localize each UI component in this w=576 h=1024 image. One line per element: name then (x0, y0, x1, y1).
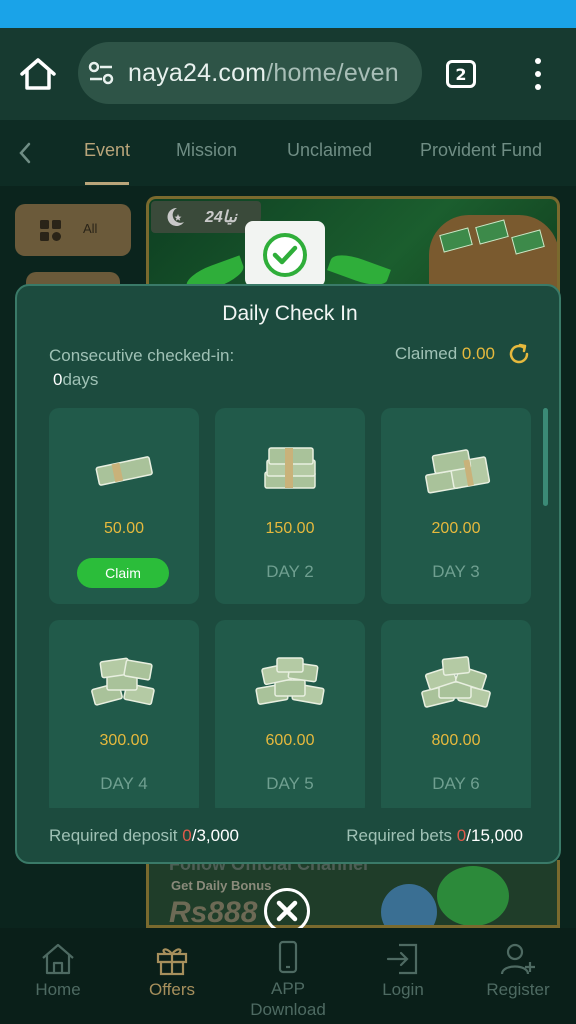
bottom-navigation: Home Offers APP Download Login Register (0, 928, 576, 1024)
tab-mission[interactable]: Mission (176, 140, 237, 161)
reward-amount: 150.00 (265, 520, 315, 537)
tab-unclaimed[interactable]: Unclaimed (287, 140, 372, 161)
required-bets: Required bets 0/15,000 (346, 826, 523, 846)
refresh-icon[interactable] (507, 342, 531, 366)
reward-cards-grid: 50.00 Claim 150.00 DAY 2 200.00 DAY 3 30… (49, 408, 533, 808)
site-settings-icon[interactable] (86, 58, 116, 88)
consecutive-label: Consecutive checked-in: (49, 346, 235, 365)
reward-card-day-2[interactable]: 150.00 DAY 2 (215, 408, 365, 604)
reward-day-label: DAY 4 (100, 774, 148, 793)
nav-offers-label: Offers (149, 980, 195, 999)
nav-app-download[interactable]: APP Download (240, 940, 336, 1020)
whatsapp-channel-banner[interactable]: Follow Official Channel Get Daily Bonus … (146, 860, 560, 928)
whatsapp-icon (437, 866, 509, 925)
nav-login-label: Login (382, 980, 424, 999)
reward-day-label: DAY 2 (266, 562, 314, 581)
event-banner[interactable]: 24نیا (146, 196, 560, 296)
cash-pile-icon (421, 656, 491, 708)
scrollbar-thumb[interactable] (543, 408, 548, 506)
reward-amount: 300.00 (99, 732, 149, 749)
reward-card-day-4[interactable]: 300.00 DAY 4 (49, 620, 199, 808)
event-tabs: Event Mission Unclaimed Provident Fund (0, 120, 576, 186)
reward-card-day-5[interactable]: 600.00 DAY 5 (215, 620, 365, 808)
home-icon[interactable] (18, 56, 58, 92)
active-tab-indicator (85, 182, 129, 185)
claimed-label: Claimed (394, 344, 458, 363)
add-user-icon (500, 943, 535, 975)
claim-button[interactable]: Claim (77, 558, 169, 588)
phone-icon (278, 940, 298, 974)
cash-pile-icon (255, 657, 325, 705)
reward-card-day-3[interactable]: 200.00 DAY 3 (381, 408, 531, 604)
daily-check-in-modal: Daily Check In Consecutive checked-in: 0… (15, 284, 561, 864)
category-all-label: All (83, 221, 98, 236)
telegram-icon (381, 884, 437, 925)
days-unit: days (62, 370, 99, 389)
claimed-amount: 0.00 (461, 344, 495, 363)
required-bets-current: 0 (456, 826, 467, 845)
tab-event[interactable]: Event (84, 140, 130, 161)
cash-stack-icon (264, 447, 316, 489)
reward-day-label: DAY 3 (432, 562, 480, 581)
nav-register-label: Register (486, 980, 550, 999)
nav-home-label: Home (35, 980, 81, 999)
banner-bonus-text: Get Daily Bonus (171, 878, 272, 893)
reward-amount: 200.00 (431, 520, 481, 537)
nav-login[interactable]: Login (355, 942, 451, 1000)
url-domain: naya24.com (128, 58, 267, 87)
required-deposit-total: /3,000 (191, 826, 239, 845)
brand-logo-text: 24نیا (205, 209, 237, 226)
home-icon (42, 943, 74, 975)
tab-switcher-button[interactable]: 2 (446, 60, 476, 88)
url-bar[interactable]: naya24.com/home/even (78, 42, 422, 104)
required-bets-label: Required bets (346, 826, 453, 845)
reward-amount: 800.00 (431, 732, 481, 749)
nav-register[interactable]: Register (470, 942, 566, 1000)
reward-card-day-1[interactable]: 50.00 Claim (49, 408, 199, 604)
back-chevron-icon[interactable] (14, 138, 36, 168)
nav-offers[interactable]: Offers (124, 942, 220, 1000)
reward-day-label: DAY 6 (432, 774, 480, 793)
reward-card-day-6[interactable]: 800.00 DAY 6 (381, 620, 531, 808)
status-bar (0, 0, 576, 28)
reward-day-label: DAY 5 (266, 774, 314, 793)
grid-icon (40, 220, 61, 241)
category-all-button[interactable]: All (15, 204, 131, 256)
reward-amount: 600.00 (265, 732, 315, 749)
crescent-moon-icon (167, 207, 184, 226)
cash-pile-icon (91, 657, 155, 706)
required-bets-total: /15,000 (466, 826, 523, 845)
calendar-check-icon (245, 221, 325, 287)
gift-icon (156, 948, 188, 976)
banner-amount-text: Rs888 (169, 896, 258, 928)
url-path: /home/even (266, 58, 399, 87)
tab-provident-fund[interactable]: Provident Fund (420, 140, 542, 161)
close-icon (276, 900, 298, 922)
required-deposit-label: Required deposit (49, 826, 178, 845)
cash-stack-icon (95, 456, 153, 486)
reward-amount: 50.00 (103, 520, 145, 537)
consecutive-count: 0days (53, 370, 98, 390)
nav-home[interactable]: Home (10, 942, 106, 1000)
required-deposit: Required deposit 0/3,000 (49, 826, 239, 846)
modal-title: Daily Check In (222, 302, 358, 325)
login-icon (386, 943, 418, 975)
cash-stack-icon (425, 449, 491, 494)
required-deposit-current: 0 (182, 826, 192, 845)
browser-toolbar: naya24.com/home/even 2 (0, 28, 576, 120)
more-menu-icon[interactable] (526, 58, 550, 90)
claimed-total: Claimed 0.00 (395, 344, 495, 364)
url-text: naya24.com/home/even (128, 59, 399, 88)
nav-app-download-label: APP Download (250, 979, 326, 1019)
